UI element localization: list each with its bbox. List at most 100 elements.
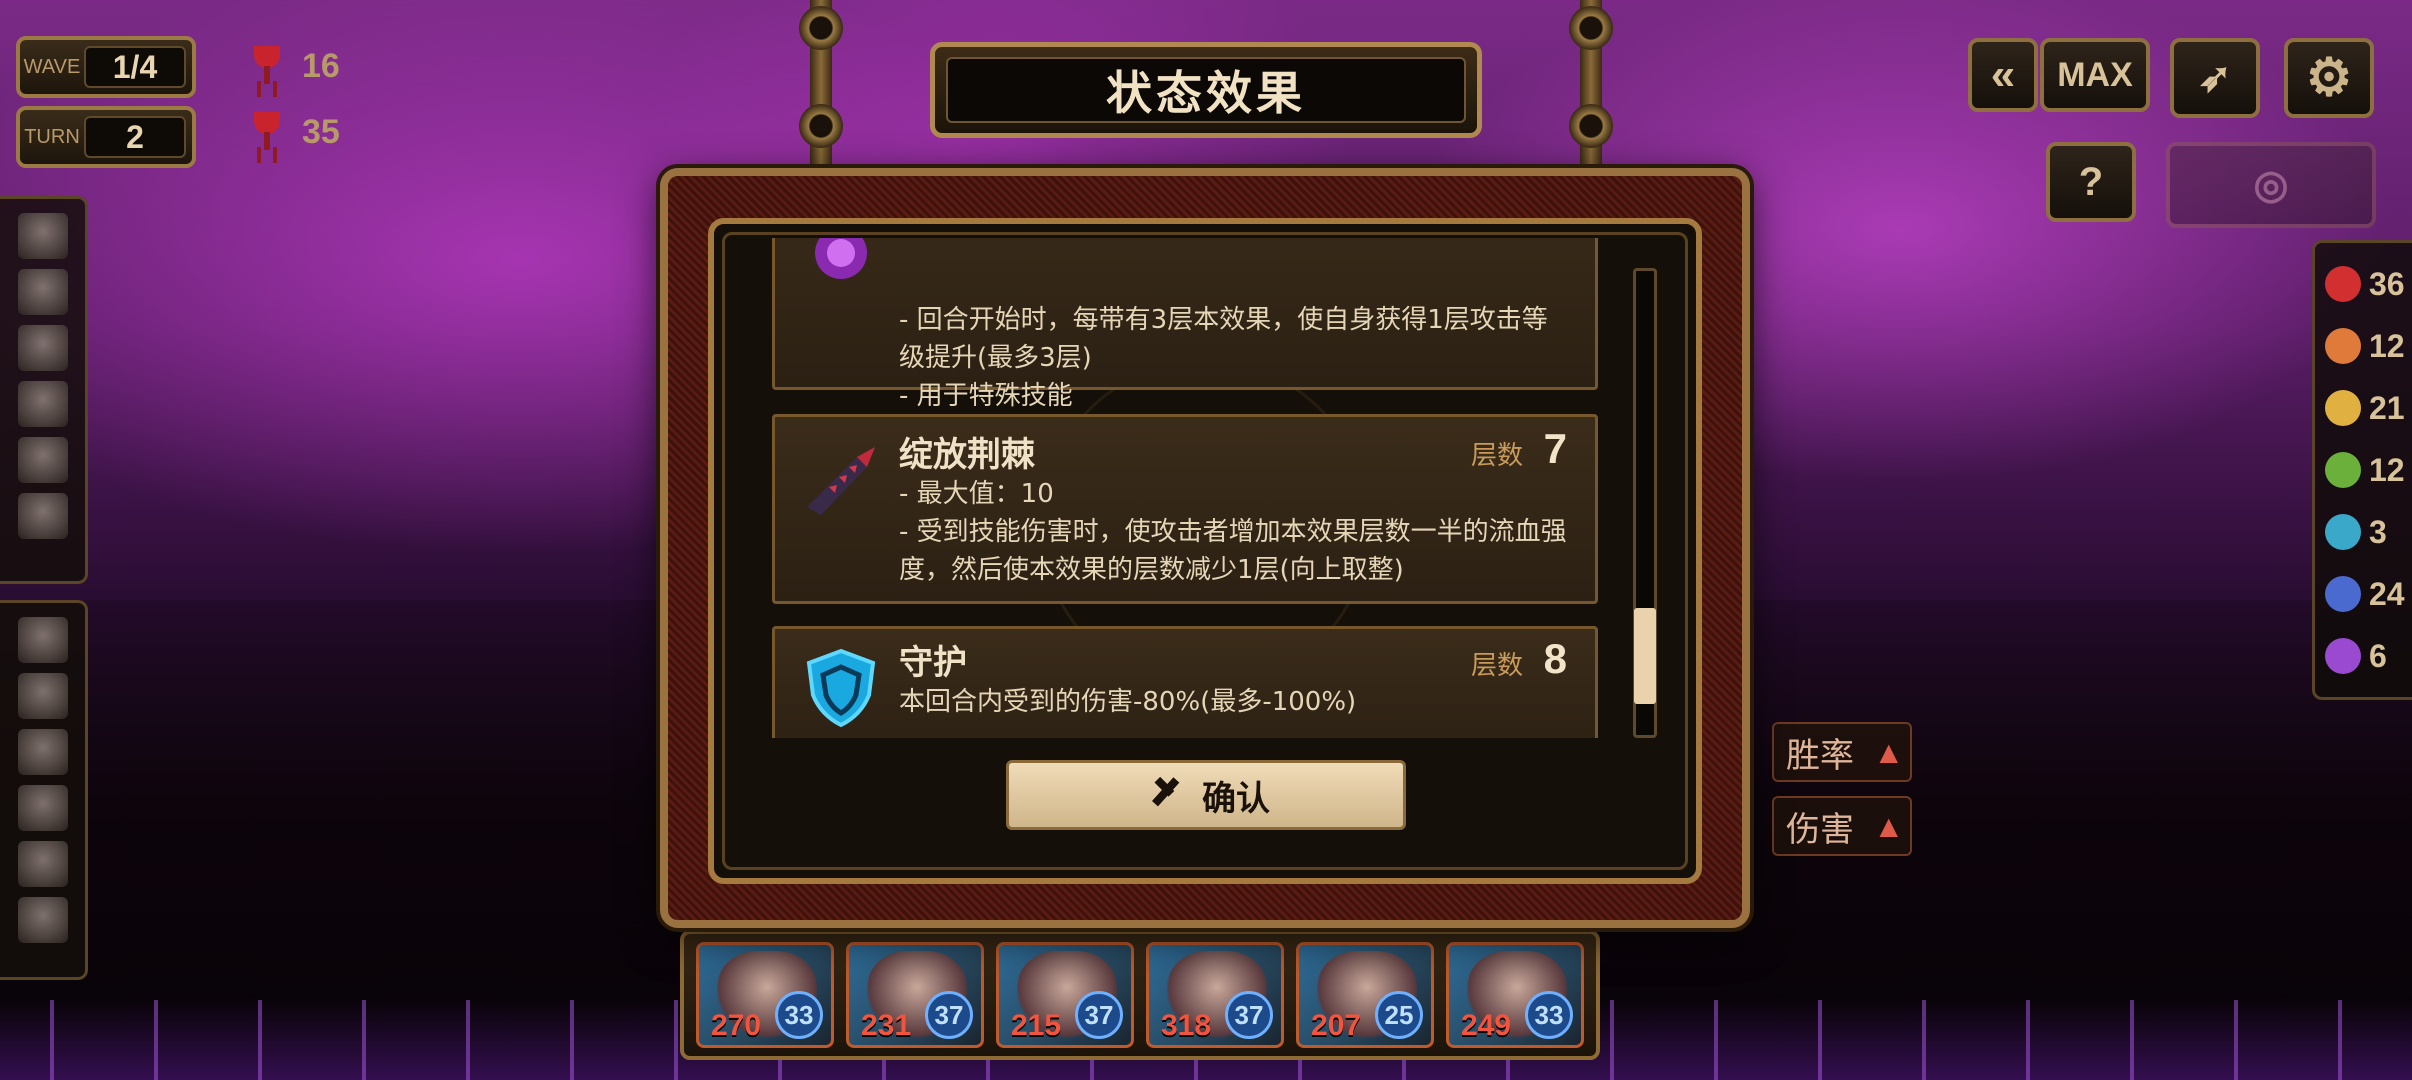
confirm-label: 确认 bbox=[1202, 778, 1270, 819]
enemy-portrait-list bbox=[0, 196, 88, 584]
win-rate-tab[interactable]: 胜率 ▲ bbox=[1772, 722, 1912, 782]
enemy-portrait[interactable] bbox=[17, 437, 68, 483]
enemy-portrait[interactable] bbox=[17, 325, 68, 371]
auto-button[interactable]: ◎ bbox=[2166, 142, 2376, 228]
turn-value: 2 bbox=[84, 116, 186, 158]
damage-tab[interactable]: 伤害 ▲ bbox=[1772, 796, 1912, 856]
hp-value: 270 bbox=[711, 1009, 762, 1042]
help-button[interactable]: ? bbox=[2046, 142, 2136, 222]
hp-value: 231 bbox=[861, 1009, 912, 1042]
party-member-card[interactable]: 249 33 bbox=[1446, 942, 1584, 1048]
wave-value: 1/4 bbox=[84, 46, 186, 88]
goblet-icon bbox=[250, 46, 284, 86]
crystal-icon bbox=[2325, 576, 2361, 612]
hp-value: 318 bbox=[1161, 1009, 1212, 1042]
skill-icon-list bbox=[0, 600, 88, 980]
skill-icon[interactable] bbox=[17, 617, 68, 663]
hp-value: 207 bbox=[1311, 1009, 1362, 1042]
party-bar: 270 33 231 37 215 37 318 37 207 25 249 33 bbox=[680, 930, 1600, 1060]
stack-label: 层数 bbox=[1470, 441, 1523, 471]
sp-badge: 33 bbox=[1525, 991, 1573, 1039]
frame-knob bbox=[799, 6, 843, 50]
frame-knob bbox=[1569, 6, 1613, 50]
wave-counter: WAVE 1/4 bbox=[16, 36, 196, 98]
gear-icon: ⚙ bbox=[2305, 49, 2353, 107]
effect-name: 绽放荆棘 bbox=[899, 435, 1035, 475]
stat-bottom-value: 35 bbox=[302, 112, 340, 151]
sp-badge: 37 bbox=[925, 991, 973, 1039]
sp-badge: 33 bbox=[775, 991, 823, 1039]
skill-icon[interactable] bbox=[17, 673, 68, 719]
wave-icon bbox=[2325, 514, 2361, 550]
skill-icon[interactable] bbox=[17, 729, 68, 775]
skill-icon[interactable] bbox=[17, 785, 68, 831]
flame-icon bbox=[2325, 266, 2361, 302]
element-row: 12 bbox=[2315, 328, 2412, 365]
party-member-card[interactable]: 207 25 bbox=[1296, 942, 1434, 1048]
dialog-title: 状态效果 bbox=[946, 57, 1466, 123]
element-resource-list: 36 12 21 12 3 24 6 bbox=[2312, 240, 2412, 700]
element-row: 3 bbox=[2315, 514, 2412, 551]
skill-icon[interactable] bbox=[17, 897, 68, 943]
effect-card: 守护 层数 8 本回合内受到的伤害-80%(最多-100%) bbox=[772, 626, 1598, 738]
settings-button[interactable]: ⚙ bbox=[2284, 38, 2374, 118]
element-row: 6 bbox=[2315, 638, 2412, 675]
party-member-card[interactable]: 318 37 bbox=[1146, 942, 1284, 1048]
sun-icon bbox=[2325, 390, 2361, 426]
confirm-button[interactable]: 确认 bbox=[1006, 760, 1406, 830]
question-icon: ? bbox=[2078, 159, 2104, 204]
hp-value: 249 bbox=[1461, 1009, 1512, 1042]
enemy-portrait[interactable] bbox=[17, 269, 68, 315]
speed-button[interactable]: MAX bbox=[2040, 38, 2150, 112]
effect-name: 守护 bbox=[899, 643, 967, 683]
effect-desc-line: - 回合开始时，每带有3层本效果，使自身获得1层攻击等级提升(最多3层) bbox=[899, 305, 1548, 373]
auto-dial-icon: ◎ bbox=[2253, 163, 2289, 207]
effect-desc-line: - 用于特殊技能 bbox=[899, 381, 1073, 411]
stat-top-value: 16 bbox=[302, 46, 340, 85]
leaf-icon bbox=[2325, 452, 2361, 488]
enemy-portrait[interactable] bbox=[17, 493, 68, 539]
frame-knob bbox=[799, 104, 843, 148]
element-row: 21 bbox=[2315, 390, 2412, 427]
stack-label: 层数 bbox=[1470, 651, 1523, 681]
turn-counter: TURN 2 bbox=[16, 106, 196, 168]
party-member-card[interactable]: 215 37 bbox=[996, 942, 1134, 1048]
sp-badge: 37 bbox=[1075, 991, 1123, 1039]
caret-up-icon: ▲ bbox=[1879, 738, 1898, 766]
purple-burst-icon bbox=[815, 238, 867, 279]
feather-icon: ➶ bbox=[2198, 56, 2232, 100]
effect-desc-line: - 受到技能伤害时，使攻击者增加本效果层数一半的流血强度，然后使本效果的层数减少… bbox=[899, 517, 1567, 585]
goblet-icon bbox=[250, 112, 284, 152]
element-row: 12 bbox=[2315, 452, 2412, 489]
turn-label: TURN bbox=[24, 125, 80, 148]
skip-button[interactable]: ➶ bbox=[2170, 38, 2260, 118]
effect-desc-line: 本回合内受到的伤害-80%(最多-100%) bbox=[899, 687, 1357, 717]
skill-icon[interactable] bbox=[17, 841, 68, 887]
stat-top: 16 bbox=[250, 46, 340, 86]
hp-value: 215 bbox=[1011, 1009, 1062, 1042]
frame-knob bbox=[1569, 104, 1613, 148]
effect-desc-line: - 最大值：10 bbox=[899, 479, 1054, 509]
shield-icon bbox=[806, 648, 876, 728]
damage-label: 伤害 bbox=[1786, 809, 1854, 850]
enemy-portrait[interactable] bbox=[17, 213, 68, 259]
thorn-blade-icon bbox=[807, 447, 875, 515]
dialog-title-plate: 状态效果 bbox=[930, 42, 1482, 138]
stack-value: 8 bbox=[1543, 635, 1567, 682]
sp-badge: 25 bbox=[1375, 991, 1423, 1039]
stack-value: 7 bbox=[1543, 425, 1567, 472]
caret-up-icon: ▲ bbox=[1879, 812, 1898, 840]
rewind-button[interactable]: « bbox=[1968, 38, 2038, 112]
enemy-portrait[interactable] bbox=[17, 381, 68, 427]
scroll-thumb[interactable] bbox=[1634, 608, 1656, 704]
party-member-card[interactable]: 270 33 bbox=[696, 942, 834, 1048]
stat-bottom: 35 bbox=[250, 112, 340, 152]
effect-card: 绽放荆棘 层数 7 - 最大值：10 - 受到技能伤害时，使攻击者增加本效果层数… bbox=[772, 414, 1598, 604]
double-chevron-left-icon: « bbox=[1990, 50, 2016, 99]
sp-badge: 37 bbox=[1225, 991, 1273, 1039]
effect-card: - 回合开始时，每带有3层本效果，使自身获得1层攻击等级提升(最多3层) - 用… bbox=[772, 238, 1598, 411]
wave-label: WAVE bbox=[23, 55, 81, 78]
effect-list[interactable]: - 回合开始时，每带有3层本效果，使自身获得1层攻击等级提升(最多3层) - 用… bbox=[770, 238, 1600, 738]
party-member-card[interactable]: 231 37 bbox=[846, 942, 984, 1048]
element-row: 36 bbox=[2315, 266, 2412, 303]
